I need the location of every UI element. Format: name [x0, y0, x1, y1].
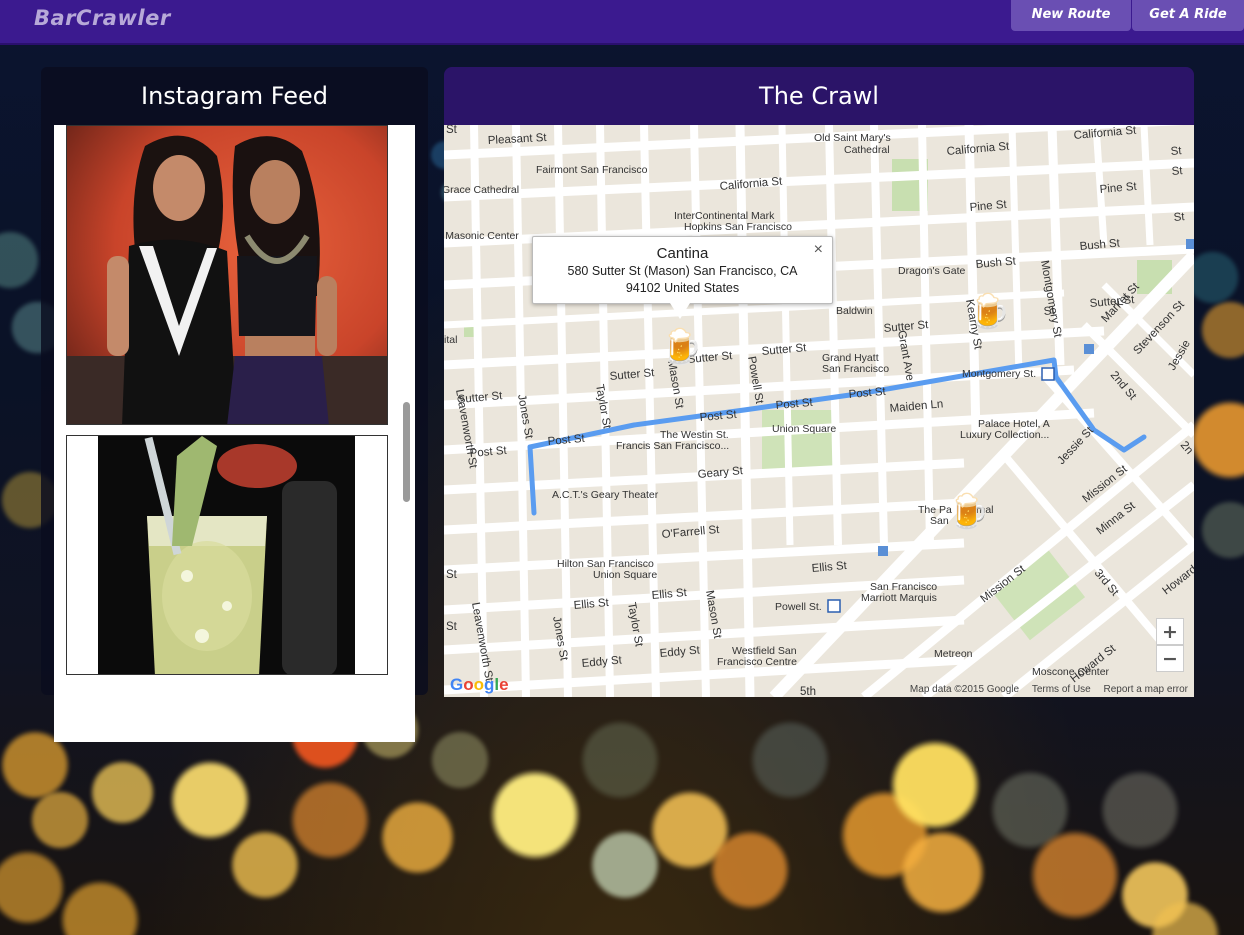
street-label: St	[446, 569, 458, 581]
poi-label: Marriott Marquis	[861, 592, 937, 604]
transit-icon	[878, 546, 888, 556]
poi-label: Union Square	[593, 569, 657, 581]
logo-letter: g	[484, 675, 495, 694]
photo-cocktail	[67, 436, 387, 674]
poi-label: Powell St.	[775, 601, 822, 613]
poi-label: Luxury Collection...	[960, 429, 1049, 441]
navbar: BarCrawler New Route Get A Ride	[0, 0, 1244, 45]
bokeh-light	[1100, 770, 1180, 850]
poi-label: Francisco Centre	[717, 656, 797, 668]
street-label: St	[446, 125, 458, 136]
bokeh-light	[890, 740, 980, 830]
venue-name: Cantina	[656, 245, 709, 262]
scrollbar-thumb[interactable]	[403, 402, 410, 502]
instagram-feed-panel: Instagram Feed	[41, 67, 428, 742]
brand-logo[interactable]: BarCrawler	[34, 6, 171, 30]
google-logo[interactable]: Google	[450, 675, 509, 695]
beer-marker-icon[interactable]: 🍺	[947, 495, 989, 529]
poi-label: Dragon's Gate	[898, 265, 966, 277]
poi-label: Union Square	[772, 423, 836, 435]
street-label: St	[446, 621, 458, 633]
transit-icon	[1041, 367, 1055, 381]
bokeh-light	[490, 770, 580, 860]
logo-letter: o	[473, 675, 485, 694]
feed-scrollbar[interactable]	[399, 125, 415, 742]
bokeh-light	[900, 830, 985, 915]
poi-label: Moscone Center	[1032, 666, 1110, 678]
venue-address-line1: 580 Sutter St (Mason) San Francisco, CA	[567, 264, 798, 278]
info-window-tail	[670, 303, 690, 319]
close-icon[interactable]: ×	[814, 241, 823, 259]
info-window: Cantina 580 Sutter St (Mason) San Franci…	[532, 236, 833, 304]
beer-marker-icon[interactable]: 🍺	[968, 295, 1010, 329]
bokeh-light	[1030, 830, 1120, 920]
feed-list	[54, 125, 399, 742]
bokeh-light	[290, 780, 370, 860]
street-label: St	[1170, 145, 1183, 158]
map-attribution: Map data ©2015 Google	[909, 684, 1020, 695]
street-label: St	[1043, 305, 1056, 318]
bokeh-light	[30, 790, 90, 850]
bokeh-light	[170, 760, 250, 840]
bokeh-light	[710, 830, 790, 910]
photo-two-women	[67, 126, 387, 424]
beer-marker-icon[interactable]: 🍺	[660, 330, 702, 364]
poi-label: San Francisco	[822, 363, 889, 375]
venue-address-line2: 94102 United States	[625, 281, 740, 295]
bokeh-light	[0, 230, 40, 290]
bokeh-light	[750, 720, 830, 800]
crawl-panel: The Crawl Pleasant St California St Cali…	[444, 67, 1194, 697]
bokeh-light	[0, 850, 65, 925]
map-footer: Map data ©2015 Google Terms of Use Repor…	[900, 684, 1188, 695]
feed-title: Instagram Feed	[141, 82, 328, 110]
bokeh-light	[230, 830, 300, 900]
report-error-link[interactable]: Report a map error	[1104, 684, 1188, 695]
bokeh-light	[590, 830, 660, 900]
poi-label: Cathedral	[844, 144, 890, 156]
crawl-title: The Crawl	[759, 82, 879, 110]
zoom-out-button[interactable]: −	[1156, 645, 1184, 672]
feed-scroll-area[interactable]	[54, 125, 415, 742]
transit-icon	[827, 599, 841, 613]
bokeh-light	[1200, 500, 1244, 560]
bokeh-light	[90, 760, 155, 825]
map-canvas: Pleasant St California St California St …	[444, 125, 1194, 697]
poi-label: Francis San Francisco...	[616, 440, 729, 452]
street-label: St	[1171, 165, 1184, 178]
logo-letter: G	[450, 675, 464, 694]
transit-icon	[1186, 239, 1194, 249]
logo-letter: e	[499, 675, 509, 694]
logo-letter: o	[463, 675, 474, 694]
transit-icon	[1084, 344, 1094, 354]
bokeh-light	[1190, 400, 1244, 480]
bokeh-light	[430, 730, 490, 790]
poi-label: Hopkins San Francisco	[684, 221, 792, 233]
poi-label: l Masonic Center	[444, 230, 519, 242]
new-route-button[interactable]: New Route	[1011, 0, 1131, 31]
poi-label: ital	[444, 334, 457, 346]
instagram-photo[interactable]	[66, 125, 388, 425]
poi-label: Metreon	[934, 648, 973, 660]
bokeh-light	[380, 800, 455, 875]
get-a-ride-button[interactable]: Get A Ride	[1132, 0, 1244, 31]
bokeh-light	[580, 720, 660, 800]
zoom-in-button[interactable]: +	[1156, 618, 1184, 645]
bokeh-light	[60, 880, 140, 935]
street-label: Baldwin	[836, 305, 873, 317]
street-label: St	[1173, 211, 1186, 224]
bokeh-light	[1200, 300, 1244, 360]
poi-label: Montgomery St.	[962, 368, 1036, 380]
poi-label: Old Saint Mary's	[814, 132, 891, 144]
poi-label: Grace Cathedral	[444, 184, 519, 196]
terms-link[interactable]: Terms of Use	[1032, 684, 1091, 695]
street-label: 5th	[800, 686, 816, 697]
poi-label: A.C.T.'s Geary Theater	[552, 489, 659, 501]
route-map[interactable]: Pleasant St California St California St …	[444, 125, 1194, 697]
poi-label: Fairmont San Francisco	[536, 164, 648, 176]
instagram-photo[interactable]	[66, 435, 388, 675]
